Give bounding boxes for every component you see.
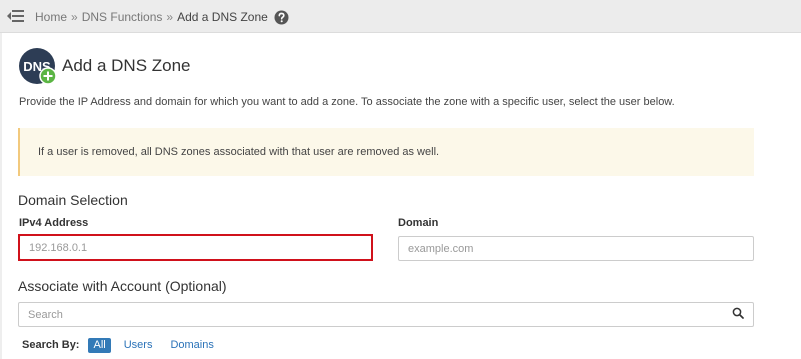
search-by-label: Search By: [22,339,80,351]
top-bar: Home » DNS Functions » Add a DNS Zone [0,0,801,33]
page-title: Add a DNS Zone [62,56,191,75]
alert-text: If a user is removed, all DNS zones asso… [38,146,440,158]
domain-input[interactable] [398,236,754,261]
breadcrumb-separator: » [71,10,78,24]
domain-selection-heading: Domain Selection [18,192,128,208]
menu-collapse-icon[interactable] [6,6,26,26]
breadcrumb-separator: » [166,10,174,24]
breadcrumb: Home » DNS Functions » Add a DNS Zone [35,9,289,25]
domain-label: Domain [398,217,439,229]
warning-alert: If a user is removed, all DNS zones asso… [18,128,754,176]
ipv4-label: IPv4 Address [19,217,89,229]
filter-users[interactable]: Users [119,338,158,353]
search-icon [732,306,744,324]
filter-domains[interactable]: Domains [165,338,218,353]
help-circle-icon[interactable] [274,10,289,25]
page-description: Provide the IP Address and domain for wh… [19,96,675,108]
search-button[interactable] [722,302,754,327]
search-by-filter: Search By: All Users Domains [22,337,227,353]
dns-add-icon: DNS [18,47,58,87]
ipv4-address-input[interactable] [19,235,372,260]
account-search-input[interactable] [18,302,723,327]
breadcrumb-dns-functions-link[interactable]: DNS Functions [82,9,163,25]
breadcrumb-home-link[interactable]: Home [35,9,67,25]
associate-account-heading: Associate with Account (Optional) [18,278,227,294]
filter-all[interactable]: All [88,337,111,353]
left-edge-strip [0,33,2,359]
breadcrumb-current: Add a DNS Zone [177,10,268,24]
